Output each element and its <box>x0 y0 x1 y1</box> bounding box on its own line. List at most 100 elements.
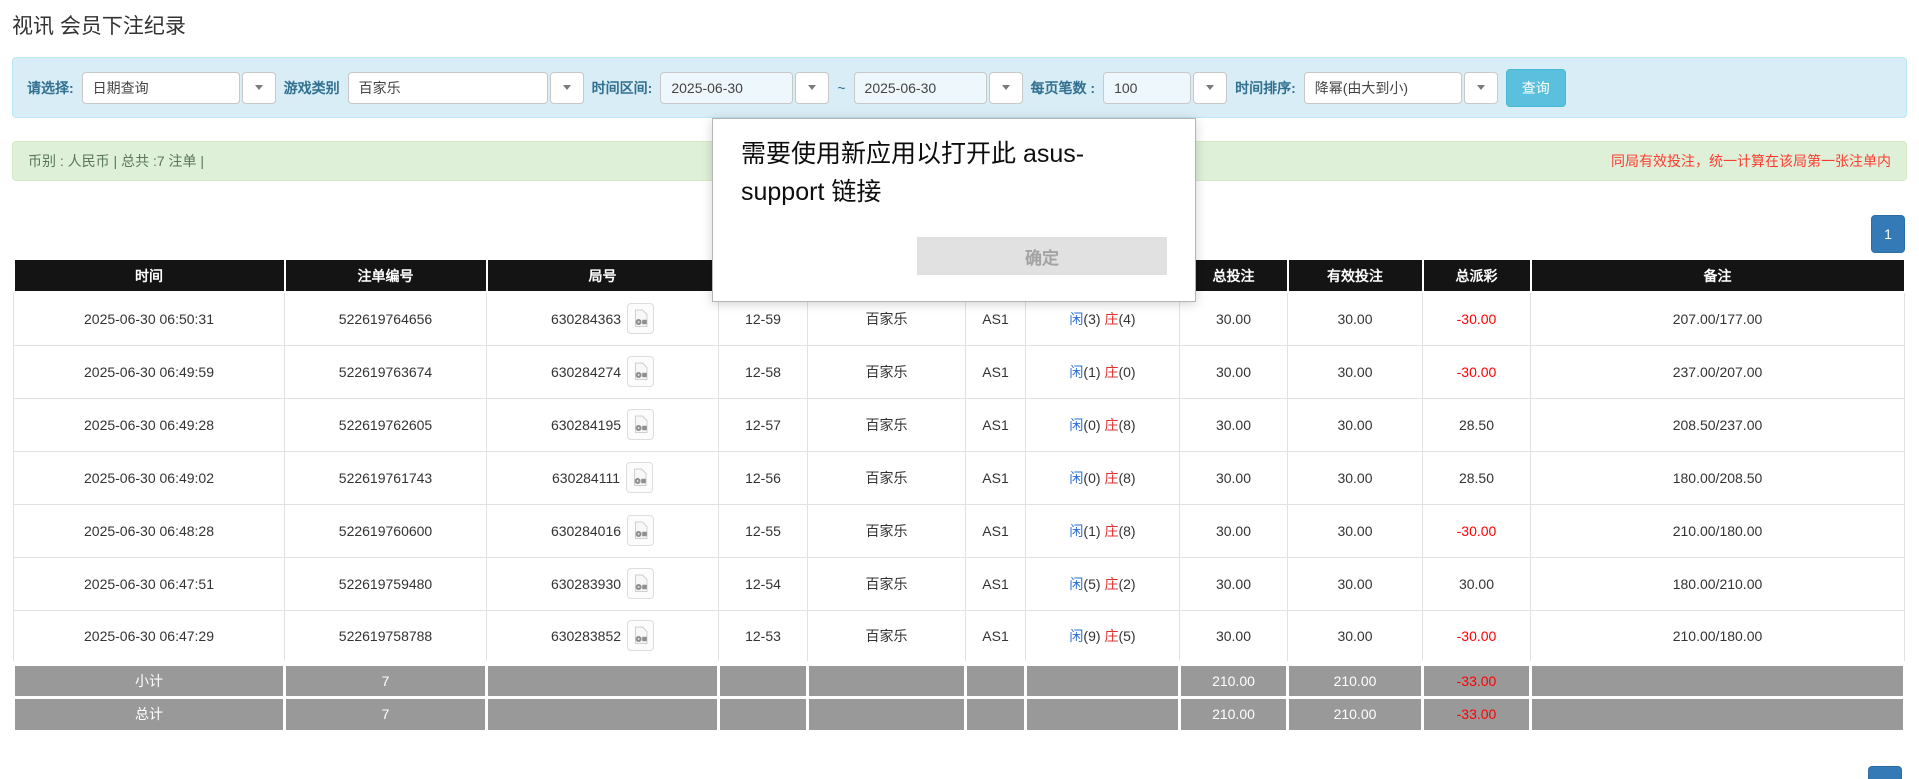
banker-score: (4) <box>1118 311 1135 327</box>
round-id: 630284111 <box>552 470 620 486</box>
round-id-cell: 630283930 <box>487 557 719 610</box>
betting-records-page: 视讯 会员下注纪录 请选择: 日期查询 游戏类别 百家乐 时间区间: 2025-… <box>0 0 1919 779</box>
banker-label: 庄 <box>1104 364 1118 380</box>
total-bet-link[interactable]: 30.00 <box>1180 345 1288 398</box>
caret-down-icon <box>255 85 263 90</box>
bet-id: 522619763674 <box>285 345 487 398</box>
date-to-value[interactable]: 2025-06-30 <box>854 72 987 104</box>
select-type-label: 请选择: <box>27 78 74 98</box>
caret-down-icon <box>1002 85 1010 90</box>
date-from-value[interactable]: 2025-06-30 <box>660 72 793 104</box>
round-number: 12-53 <box>719 610 808 663</box>
player-label: 闲 <box>1069 364 1083 380</box>
time-sort-combobox[interactable]: 降幂(由大到小) <box>1304 72 1498 104</box>
page-size-combobox[interactable]: 100 <box>1103 72 1227 104</box>
page-size-dropdown-button[interactable] <box>1193 72 1227 104</box>
banker-score: (5) <box>1118 628 1135 644</box>
header-remark: 备注 <box>1531 259 1905 292</box>
round-id: 630283852 <box>551 628 621 644</box>
player-score: (9) <box>1083 628 1100 644</box>
video-replay-icon[interactable] <box>627 515 654 546</box>
total-bet-link[interactable]: 30.00 <box>1180 451 1288 504</box>
pagination-page-1-top[interactable]: 1 <box>1871 215 1905 253</box>
total-label: 总计 <box>14 697 285 731</box>
query-type-dropdown-button[interactable] <box>242 72 276 104</box>
banker-score: (2) <box>1118 576 1135 592</box>
player-score: (0) <box>1083 417 1100 433</box>
date-to-combobox[interactable]: 2025-06-30 <box>854 72 1023 104</box>
game-category-combobox[interactable]: 百家乐 <box>348 72 584 104</box>
table-row: 2025-06-30 06:47:29 522619758788 6302838… <box>14 610 1905 663</box>
dialog-ok-button[interactable]: 确定 <box>917 237 1167 275</box>
video-replay-icon[interactable] <box>626 462 653 493</box>
valid-bet: 30.00 <box>1288 398 1423 451</box>
player-score: (5) <box>1083 576 1100 592</box>
game-category-value[interactable]: 百家乐 <box>348 72 548 104</box>
header-bet-id: 注单编号 <box>285 259 487 292</box>
table-code: AS1 <box>966 557 1026 610</box>
round-id-cell: 630284195 <box>487 398 719 451</box>
subtotal-label: 小计 <box>14 663 285 697</box>
header-payout: 总派彩 <box>1423 259 1531 292</box>
result-cell: 闲(9) 庄(5) <box>1026 610 1180 663</box>
player-label: 闲 <box>1069 417 1083 433</box>
player-label: 闲 <box>1069 576 1083 592</box>
caret-down-icon <box>1206 85 1214 90</box>
date-from-dropdown-button[interactable] <box>795 72 829 104</box>
table-row: 2025-06-30 06:49:02 522619761743 6302841… <box>14 451 1905 504</box>
video-replay-icon[interactable] <box>627 303 654 334</box>
query-type-combobox[interactable]: 日期查询 <box>82 72 276 104</box>
player-label: 闲 <box>1069 470 1083 486</box>
total-bet-link[interactable]: 30.00 <box>1180 610 1288 663</box>
bet-id: 522619762605 <box>285 398 487 451</box>
round-id-cell: 630283852 <box>487 610 719 663</box>
video-replay-icon[interactable] <box>627 568 654 599</box>
valid-bet: 30.00 <box>1288 610 1423 663</box>
payout: 28.50 <box>1423 451 1531 504</box>
bet-time: 2025-06-30 06:50:31 <box>14 292 285 345</box>
header-time: 时间 <box>14 259 285 292</box>
game-name: 百家乐 <box>808 557 966 610</box>
open-app-dialog: 需要使用新应用以打开此 asus-support 链接 确定 <box>712 118 1196 302</box>
valid-bet-notice-text: 同局有效投注，统一计算在该局第一张注单内 <box>1611 151 1891 171</box>
player-score: (3) <box>1083 311 1100 327</box>
bet-time: 2025-06-30 06:49:28 <box>14 398 285 451</box>
pagination-page-1-bottom[interactable]: 1 <box>1868 766 1902 779</box>
search-button[interactable]: 查询 <box>1506 69 1566 107</box>
video-replay-icon[interactable] <box>627 620 654 651</box>
time-sort-dropdown-button[interactable] <box>1464 72 1498 104</box>
game-category-label: 游戏类别 <box>284 78 340 98</box>
date-from-combobox[interactable]: 2025-06-30 <box>660 72 829 104</box>
game-category-dropdown-button[interactable] <box>550 72 584 104</box>
player-score: (1) <box>1083 364 1100 380</box>
banker-score: (8) <box>1118 417 1135 433</box>
total-bet-link[interactable]: 30.00 <box>1180 398 1288 451</box>
table-code: AS1 <box>966 504 1026 557</box>
round-id: 630284274 <box>551 364 621 380</box>
video-replay-icon[interactable] <box>627 356 654 387</box>
payout: -30.00 <box>1423 610 1531 663</box>
subtotal-valid-bet: 210.00 <box>1288 663 1423 697</box>
remark: 208.50/237.00 <box>1531 398 1905 451</box>
round-id: 630284195 <box>551 417 621 433</box>
round-id-cell: 630284016 <box>487 504 719 557</box>
page-size-value[interactable]: 100 <box>1103 72 1191 104</box>
bet-id: 522619759480 <box>285 557 487 610</box>
bet-id: 522619761743 <box>285 451 487 504</box>
total-bet-link[interactable]: 30.00 <box>1180 557 1288 610</box>
query-type-value[interactable]: 日期查询 <box>82 72 240 104</box>
time-sort-value[interactable]: 降幂(由大到小) <box>1304 72 1462 104</box>
valid-bet: 30.00 <box>1288 345 1423 398</box>
total-bet-link[interactable]: 30.00 <box>1180 504 1288 557</box>
video-replay-icon[interactable] <box>627 409 654 440</box>
currency-total-text: 币别 : 人民币 | 总共 :7 注单 | <box>28 151 204 171</box>
page-title: 视讯 会员下注纪录 <box>12 10 186 40</box>
valid-bet: 30.00 <box>1288 557 1423 610</box>
payout: 28.50 <box>1423 398 1531 451</box>
date-to-dropdown-button[interactable] <box>989 72 1023 104</box>
result-cell: 闲(5) 庄(2) <box>1026 557 1180 610</box>
table-row: 2025-06-30 06:49:59 522619763674 6302842… <box>14 345 1905 398</box>
time-sort-label: 时间排序: <box>1235 78 1296 98</box>
bet-id: 522619760600 <box>285 504 487 557</box>
banker-score: (8) <box>1118 523 1135 539</box>
